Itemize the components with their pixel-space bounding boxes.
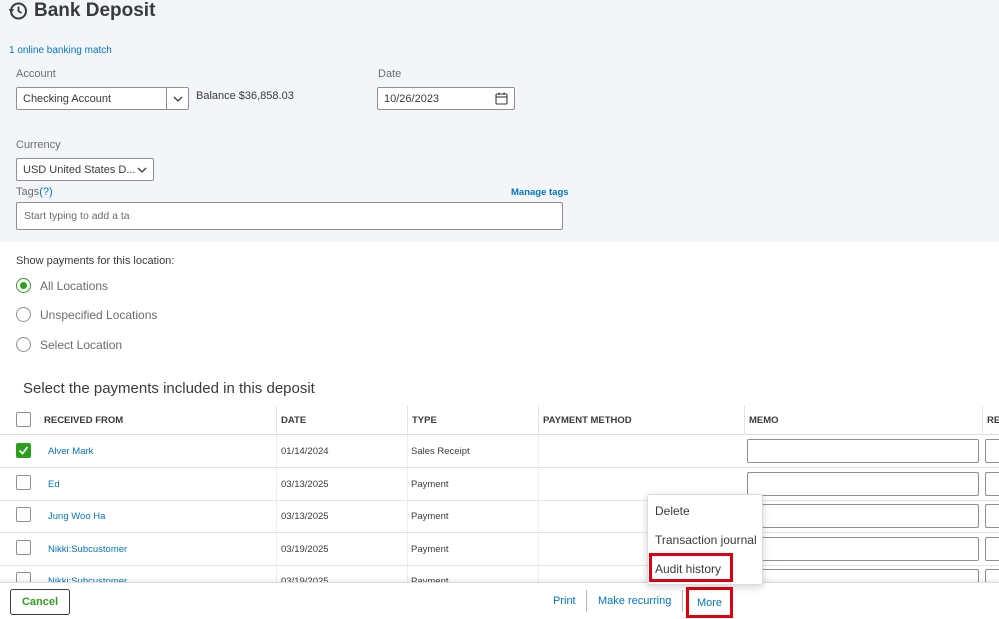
ref-input[interactable] [985,439,999,463]
row-checkbox[interactable] [16,540,31,555]
row-date: 01/14/2024 [281,445,329,457]
calendar-icon[interactable] [495,92,508,108]
tags-label-text: Tags [16,186,40,198]
column-divider [538,533,539,565]
received-from-link[interactable]: Ed [43,468,60,500]
column-header-ref[interactable]: REF [982,406,999,435]
memo-input[interactable] [747,537,979,561]
row-date: 03/19/2025 [281,543,329,555]
title-row: Bank Deposit [8,0,155,22]
row-type: Sales Receipt [411,445,470,457]
location-option-label: Select Location [40,337,123,352]
print-link[interactable]: Print [553,595,576,607]
column-header-memo[interactable]: MEMO [744,406,982,435]
balance-label: Balance [196,90,236,102]
tags-label: Tags(?) [16,186,53,198]
more-button[interactable]: More [686,587,733,618]
radio-button[interactable] [16,337,31,352]
manage-tags-link[interactable]: Manage tags [511,187,569,198]
row-date: 03/13/2025 [281,478,329,490]
column-divider [538,500,539,532]
column-divider [538,435,539,467]
balance-value: $36,858.03 [238,90,294,102]
footer-bar: Cancel Print Make recurring More [0,582,999,619]
ref-input[interactable] [985,472,999,496]
footer-divider [682,590,683,612]
chevron-down-icon [166,88,188,109]
table-row: Ed 03/13/2025 Payment [0,468,999,501]
currency-value: USD United States D... [23,163,136,176]
location-label: Show payments for this location: [16,255,175,267]
row-date: 03/13/2025 [281,510,329,522]
menu-item-delete[interactable]: Delete [655,504,690,518]
audit-history-highlight [649,553,733,582]
tags-input[interactable] [16,202,563,230]
payments-section-title: Select the payments included in this dep… [23,380,315,397]
row-checkbox[interactable] [16,443,31,458]
account-balance: Balance $36,858.03 [196,90,294,102]
column-header-received-from[interactable]: RECEIVED FROM [40,406,276,435]
tags-help-link[interactable]: (?) [39,186,52,198]
make-recurring-link[interactable]: Make recurring [598,595,671,607]
memo-input[interactable] [747,472,979,496]
online-banking-match-link[interactable]: 1 online banking match [9,45,112,56]
received-from-link[interactable]: Nikki:Subcustomer [43,533,127,565]
table-row: Jung Woo Ha 03/13/2025 Payment [0,500,999,533]
location-option-select[interactable]: Select Location [16,337,122,352]
table-row: Alver Mark 01/14/2024 Sales Receipt [0,435,999,468]
column-header-payment-method[interactable]: PAYMENT METHOD [538,406,744,435]
column-header-type[interactable]: TYPE [407,406,538,435]
row-checkbox[interactable] [16,475,31,490]
table-row: Nikki:Subcustomer 03/19/2025 Payment [0,533,999,566]
page-title: Bank Deposit [34,0,156,21]
location-option-unspecified[interactable]: Unspecified Locations [16,307,157,322]
location-option-label: Unspecified Locations [40,307,158,322]
payments-table-header: RECEIVED FROM DATE TYPE PAYMENT METHOD M… [0,406,999,435]
radio-button[interactable] [16,307,31,322]
row-type: Payment [411,543,449,555]
menu-item-transaction-journal[interactable]: Transaction journal [655,533,757,547]
ref-input[interactable] [985,537,999,561]
more-label: More [696,596,723,609]
row-type: Payment [411,478,449,490]
memo-input[interactable] [747,439,979,463]
account-value: Checking Account [23,92,112,105]
chevron-down-icon [131,159,153,180]
location-option-label: All Locations [40,278,109,293]
cancel-button[interactable]: Cancel [10,589,70,615]
column-divider [538,468,539,500]
date-label: Date [378,68,402,80]
history-icon[interactable] [8,1,28,21]
date-value: 10/26/2023 [384,92,440,105]
radio-button[interactable] [16,278,31,293]
account-select[interactable]: Checking Account [16,87,189,110]
account-label: Account [16,68,56,80]
column-header-date[interactable]: DATE [276,406,407,435]
received-from-link[interactable]: Alver Mark [43,435,93,467]
footer-divider [586,590,587,612]
received-from-link[interactable]: Jung Woo Ha [43,500,105,532]
currency-select[interactable]: USD United States D... [16,158,154,181]
row-type: Payment [411,510,449,522]
date-field[interactable]: 10/26/2023 [377,87,515,110]
memo-input[interactable] [747,504,979,528]
ref-input[interactable] [985,504,999,528]
location-option-all[interactable]: All Locations [16,278,108,293]
row-checkbox[interactable] [16,507,31,522]
currency-label: Currency [16,139,61,151]
select-all-checkbox[interactable] [16,412,31,427]
